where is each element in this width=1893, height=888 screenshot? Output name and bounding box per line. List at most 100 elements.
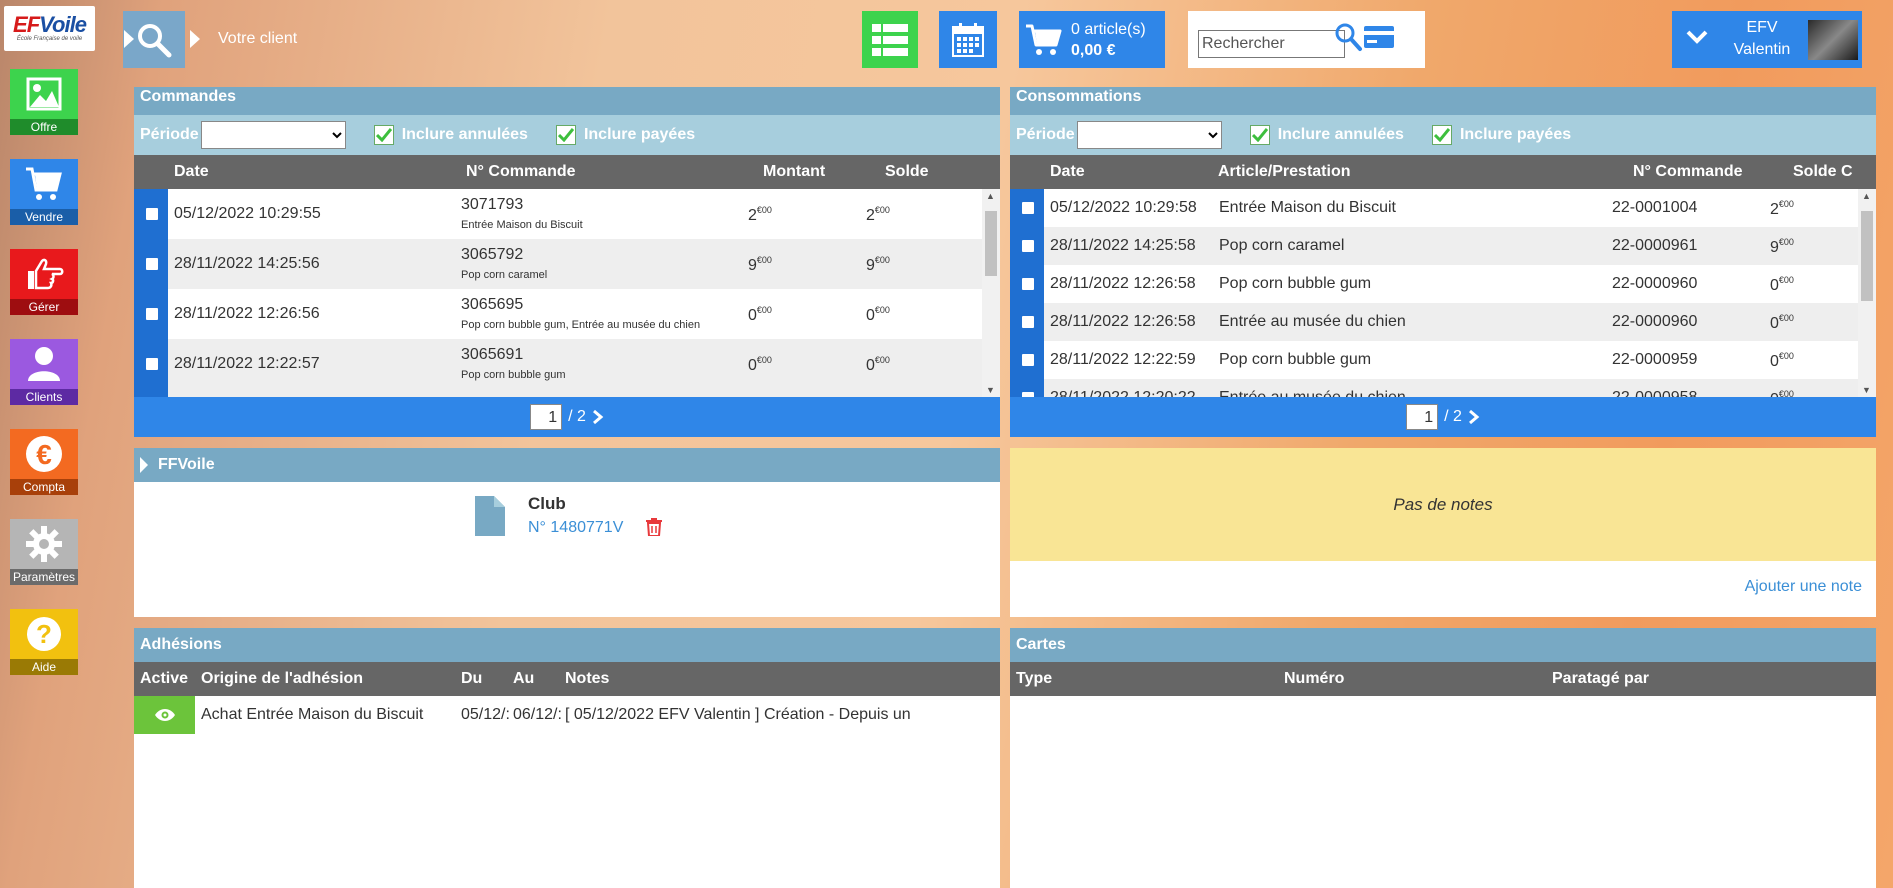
row-date: 28/11/2022 14:25:58: [1050, 237, 1196, 254]
column-header-commande[interactable]: N° Commande: [466, 163, 576, 181]
table-row[interactable]: 05/12/2022 10:29:55 3071793 Entrée Maiso…: [134, 189, 1000, 239]
include-cancelled-checkbox[interactable]: [373, 125, 394, 145]
table-row[interactable]: 28/11/2022 12:22:59 Pop corn bubble gum …: [1010, 341, 1876, 379]
arrow-right-icon: [190, 30, 200, 48]
scroll-up-icon[interactable]: ▲: [986, 191, 995, 201]
sidebar-item-aide[interactable]: ? Aide: [10, 609, 78, 675]
table-row[interactable]: 28/11/2022 12:22:57 3065691 Pop corn bub…: [134, 339, 1000, 397]
table-row[interactable]: Achat Entrée Maison du Biscuit 05/12/: 0…: [134, 696, 1000, 734]
row-selector[interactable]: [1010, 341, 1044, 379]
sidebar-item-clients[interactable]: Clients: [10, 339, 78, 405]
scrollbar-thumb[interactable]: [985, 211, 997, 276]
cart-button[interactable]: 0 article(s) 0,00 €: [1019, 11, 1165, 68]
svg-text:?: ?: [36, 619, 52, 649]
table-row[interactable]: 28/11/2022 14:25:58 Pop corn caramel 22-…: [1010, 227, 1876, 265]
include-paid-checkbox[interactable]: [555, 125, 576, 145]
sidebar-item-offre[interactable]: Offre: [10, 69, 78, 135]
row-article: Pop corn bubble gum: [1219, 275, 1372, 292]
periode-select[interactable]: [1076, 121, 1222, 149]
notes-area: Pas de notes: [1010, 448, 1876, 561]
row-article: Pop corn bubble gum: [1219, 351, 1372, 368]
row-selector[interactable]: [1010, 227, 1044, 265]
include-paid-label: Inclure payées: [583, 126, 696, 143]
row-solde-value: 0: [1770, 315, 1779, 332]
sidebar-item-gerer[interactable]: Gérer: [10, 249, 78, 315]
column-header-solde[interactable]: Solde C: [1793, 163, 1853, 181]
calendar-button[interactable]: [939, 11, 997, 68]
column-header-montant[interactable]: Montant: [763, 163, 825, 181]
row-selector[interactable]: [134, 239, 168, 289]
sidebar-item-label: Vendre: [10, 209, 78, 225]
periode-label: Période: [140, 126, 199, 143]
scroll-up-icon[interactable]: ▲: [1862, 191, 1871, 201]
sidebar-item-parametres[interactable]: Paramètres: [10, 519, 78, 585]
include-cancelled-checkbox[interactable]: [1249, 125, 1270, 145]
scroll-down-icon[interactable]: ▼: [986, 385, 995, 395]
page-input[interactable]: 1: [530, 404, 563, 430]
active-toggle[interactable]: [134, 696, 195, 734]
add-note-link[interactable]: Ajouter une note: [1745, 578, 1862, 596]
consommations-filter-bar: Période Inclure annulées Inclure payées: [1010, 115, 1876, 155]
include-cancelled-label: Inclure annulées: [401, 126, 528, 143]
trash-icon[interactable]: [646, 518, 662, 536]
row-solde-cents: €00: [874, 255, 890, 265]
row-solde: 9€00: [1770, 237, 1794, 257]
scrollbar-thumb[interactable]: [1861, 211, 1873, 301]
table-row[interactable]: 28/11/2022 14:25:56 3065792 Pop corn car…: [134, 239, 1000, 289]
row-date: 28/11/2022 12:26:58: [1050, 313, 1196, 330]
scrollbar[interactable]: ▲ ▼: [982, 189, 1000, 397]
table-row[interactable]: 28/11/2022 12:26:58 Pop corn bubble gum …: [1010, 265, 1876, 303]
row-solde: 0€00: [1770, 313, 1794, 333]
page-input[interactable]: 1: [1406, 404, 1439, 430]
user-menu[interactable]: EFV Valentin: [1672, 11, 1862, 68]
column-header-commande[interactable]: N° Commande: [1633, 163, 1743, 181]
column-header-article[interactable]: Article/Prestation: [1218, 163, 1350, 181]
periode-select[interactable]: [200, 121, 346, 149]
list-view-button[interactable]: [862, 11, 918, 68]
card-icon[interactable]: [1364, 26, 1394, 48]
current-client-label[interactable]: Votre client: [218, 30, 297, 48]
hand-point-icon: [28, 258, 64, 290]
row-date: 28/11/2022 12:22:57: [174, 355, 320, 372]
ffvoile-title: FFVoile: [158, 456, 215, 473]
check-icon: [375, 128, 392, 142]
sidebar-item-compta[interactable]: € Compta: [10, 429, 78, 495]
row-selector[interactable]: [1010, 189, 1044, 227]
list-icon: [872, 23, 908, 56]
cartes-panel: Cartes Type Numéro Paratagé par: [1010, 628, 1876, 888]
table-row[interactable]: 28/11/2022 12:26:56 3065695 Pop corn bub…: [134, 289, 1000, 339]
row-solde: 2€00: [1770, 199, 1794, 219]
eye-icon: [154, 709, 175, 721]
column-header-date[interactable]: Date: [174, 163, 209, 181]
row-selector[interactable]: [1010, 265, 1044, 303]
row-solde-cents: €00: [874, 355, 890, 365]
chevron-right-icon[interactable]: [1468, 409, 1480, 425]
help-icon: ?: [27, 617, 61, 651]
row-origine: Achat Entrée Maison du Biscuit: [201, 706, 424, 723]
table-row[interactable]: 28/11/2022 12:20:22 Entrée au musée du c…: [1010, 379, 1876, 397]
include-paid-checkbox[interactable]: [1431, 125, 1452, 145]
ffvoile-header[interactable]: FFVoile: [134, 448, 1000, 482]
app-logo[interactable]: EFVoile École Française de voile: [4, 6, 95, 51]
club-number[interactable]: N° 1480771V: [528, 519, 623, 537]
row-selector[interactable]: [134, 339, 168, 397]
row-solde-value: 0: [1770, 277, 1779, 294]
table-row[interactable]: 28/11/2022 12:26:58 Entrée au musée du c…: [1010, 303, 1876, 341]
sidebar-item-vendre[interactable]: Vendre: [10, 159, 78, 225]
row-selector[interactable]: [134, 289, 168, 339]
column-header-date[interactable]: Date: [1050, 163, 1085, 181]
row-notes: [ 05/12/2022 EFV Valentin ] Création - D…: [565, 706, 911, 723]
search-box: [1188, 11, 1425, 68]
chevron-right-icon[interactable]: [592, 409, 604, 425]
column-header-partage: Paratagé par: [1552, 670, 1649, 687]
row-selector[interactable]: [1010, 303, 1044, 341]
column-header-solde[interactable]: Solde: [885, 163, 929, 181]
search-input[interactable]: [1198, 30, 1345, 58]
search-icon[interactable]: [1333, 21, 1363, 53]
row-selector[interactable]: [134, 189, 168, 239]
row-selector[interactable]: [1010, 379, 1044, 397]
scroll-down-icon[interactable]: ▼: [1862, 385, 1871, 395]
row-article: Pop corn caramel: [1219, 237, 1345, 254]
table-row[interactable]: 05/12/2022 10:29:58 Entrée Maison du Bis…: [1010, 189, 1876, 227]
scrollbar[interactable]: ▲ ▼: [1858, 189, 1876, 397]
